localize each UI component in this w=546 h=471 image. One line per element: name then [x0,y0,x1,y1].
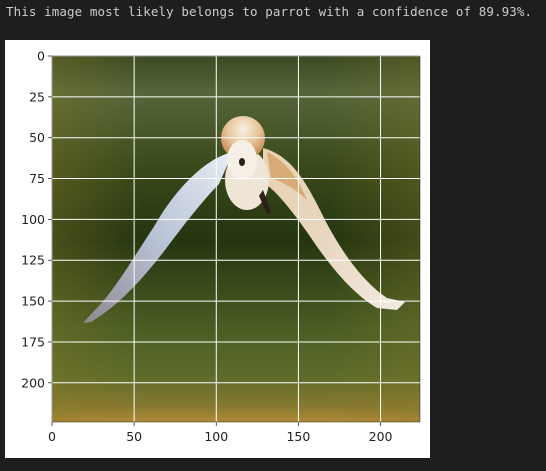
owl-eye [239,158,245,166]
y-tick-label: 75 [29,171,45,186]
image-plot: 0 50 100 150 200 0 25 50 75 100 125 150 175 200 [21,49,421,444]
y-tick-label: 125 [21,253,45,268]
y-tick-label: 25 [29,89,45,104]
x-tick-label: 150 [286,429,310,444]
x-tick-label: 0 [48,429,56,444]
y-tick-label: 0 [37,49,45,64]
matplotlib-figure: 0 50 100 150 200 0 25 50 75 100 125 150 175 200 [5,40,430,458]
x-tick-label: 50 [126,429,142,444]
y-tick-label: 150 [21,294,45,309]
y-tick-label: 50 [29,130,45,145]
prediction-output-text: This image most likely belongs to parrot… [6,4,533,19]
y-tick-label: 175 [21,334,45,349]
x-tick-label: 100 [204,429,228,444]
image-axes: 0 50 100 150 200 0 25 50 75 100 125 150 175 200 [21,49,421,444]
image-side-glow [52,56,420,422]
y-tick-label: 200 [21,375,45,390]
x-tick-label: 200 [369,429,393,444]
y-tick-label: 100 [21,212,45,227]
